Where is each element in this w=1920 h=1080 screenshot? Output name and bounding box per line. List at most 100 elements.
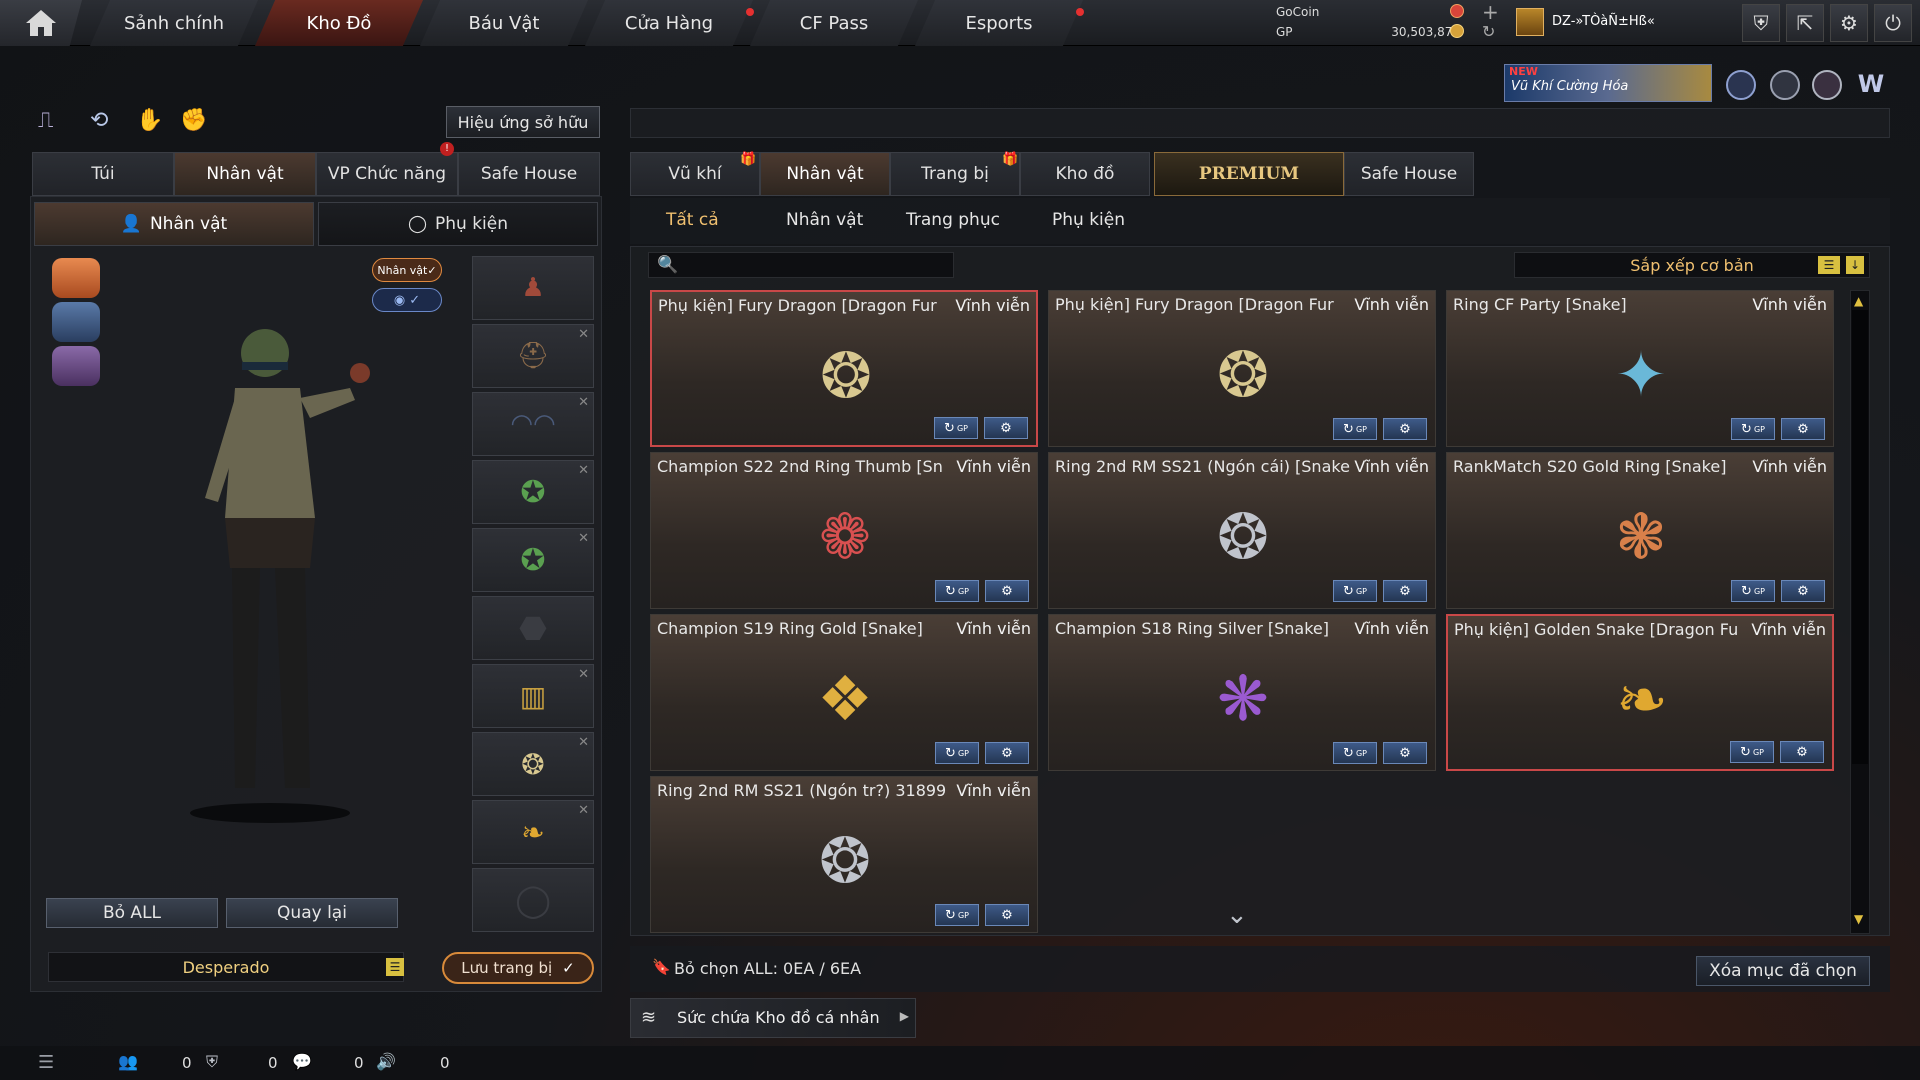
item-card[interactable]: RankMatch S20 Gold Ring [Snake] Vĩnh viễn… <box>1446 452 1834 609</box>
nav-tab-lobby[interactable]: Sảnh chính <box>90 0 258 46</box>
class-eagle-icon[interactable] <box>52 258 100 298</box>
item-card[interactable]: Ring 2nd RM SS21 (Ngón cái) [Snake Vĩnh v… <box>1048 452 1436 609</box>
event-w-icon[interactable]: W <box>1854 70 1888 100</box>
slot-emblem-1[interactable]: ✕ ✪ <box>472 460 594 524</box>
slot-helmet[interactable]: ✕ ⛑ <box>472 324 594 388</box>
convert-gp-button[interactable]: ↻ GP <box>1731 418 1775 440</box>
item-settings-button[interactable]: ⚙ <box>1781 580 1825 602</box>
ownership-effect-button[interactable]: Hiệu ứng sở hữu <box>446 106 600 138</box>
refresh-icon[interactable]: ↻ <box>1482 22 1495 41</box>
chevron-down-icon[interactable]: ⌄ <box>1226 900 1248 930</box>
tab-premium[interactable]: PREMIUM <box>1154 152 1344 196</box>
item-settings-button[interactable]: ⚙ <box>984 417 1028 439</box>
slot-ring-snake[interactable]: ✕ ❧ <box>472 800 594 864</box>
event-banner[interactable]: NEW Vũ Khí Cường Hóa <box>1504 64 1712 102</box>
convert-gp-button[interactable]: ↻ GP <box>1333 418 1377 440</box>
convert-gp-button[interactable]: ↻ GP <box>935 580 979 602</box>
character-badge[interactable]: Nhân vật ✓ <box>372 258 442 282</box>
sort-menu-icon[interactable]: ☰ <box>1818 256 1840 274</box>
item-card[interactable]: Ring 2nd RM SS21 (Ngón tr?) 31899 Vĩnh vi… <box>650 776 1038 933</box>
item-settings-button[interactable]: ⚙ <box>1383 580 1427 602</box>
remove-icon[interactable]: ✕ <box>578 803 589 818</box>
remove-icon[interactable]: ✕ <box>578 667 589 682</box>
chat-bubble-icon[interactable]: 💬 <box>292 1052 312 1071</box>
remove-icon[interactable]: ✕ <box>578 327 589 342</box>
item-card[interactable]: Phụ kiện] Golden Snake [Dragon Fu Vĩnh vi… <box>1446 614 1834 771</box>
search-input[interactable]: 🔍 <box>648 252 954 278</box>
tab-bag[interactable]: Túi <box>32 152 174 196</box>
slot-ring-dragon[interactable]: ✕ ❂ <box>472 732 594 796</box>
tab-safe-house-right[interactable]: Safe House <box>1344 152 1474 196</box>
convert-gp-button[interactable]: ↻ GP <box>934 417 978 439</box>
remove-all-button[interactable]: Bỏ ALL <box>46 898 218 928</box>
item-card[interactable]: Champion S18 Ring Silver [Snake] Vĩnh viễ… <box>1048 614 1436 771</box>
capacity-bar[interactable]: ≋ Sức chứa Kho đồ cá nhân ▶ <box>630 998 916 1038</box>
tab-character-right[interactable]: Nhân vật <box>760 152 890 196</box>
item-settings-button[interactable]: ⚙ <box>1383 418 1427 440</box>
shield-icon[interactable]: ⛨ <box>1742 4 1780 42</box>
friends-icon[interactable]: 👥 <box>118 1052 138 1071</box>
item-settings-button[interactable]: ⚙ <box>985 580 1029 602</box>
hand-icon[interactable]: ✊ <box>180 108 208 136</box>
scroll-down-icon[interactable]: ▼ <box>1854 912 1863 926</box>
slot-emblem-2[interactable]: ✕ ✪ <box>472 528 594 592</box>
item-card[interactable]: Phụ kiện] Fury Dragon [Dragon Fur Vĩnh vi… <box>1048 290 1436 447</box>
delete-selected-button[interactable]: Xóa mục đã chọn <box>1696 956 1870 986</box>
event-emblem-1-icon[interactable] <box>1726 70 1756 100</box>
scroll-up-icon[interactable]: ▲ <box>1854 294 1863 308</box>
convert-gp-button[interactable]: ↻ GP <box>1731 580 1775 602</box>
scrollbar-thumb[interactable] <box>1852 310 1868 764</box>
add-currency-icon[interactable]: + <box>1482 0 1499 24</box>
nav-tab-inventory[interactable]: Kho Đồ <box>255 0 423 46</box>
visibility-toggle[interactable]: ◉ ✓ <box>372 288 442 312</box>
slot-belt[interactable]: ✕ ▥ <box>472 664 594 728</box>
slot-vest[interactable]: ⬣ <box>472 596 594 660</box>
item-card[interactable]: Champion S19 Ring Gold [Snake] Vĩnh viễn ❖… <box>650 614 1038 771</box>
slot-figurine[interactable]: ♟ <box>472 256 594 320</box>
gear-icon[interactable]: ⚙ <box>1830 4 1868 42</box>
home-button[interactable] <box>0 0 82 46</box>
list-icon[interactable]: ☰ <box>386 958 404 976</box>
remove-icon[interactable]: ✕ <box>578 395 589 410</box>
subtab-costume[interactable]: Trang phục <box>906 210 1000 230</box>
exit-door-icon[interactable]: ⇱ <box>1786 4 1824 42</box>
shield-outline-icon[interactable]: ⛨ <box>206 1052 218 1072</box>
back-button[interactable]: Quay lại <box>226 898 398 928</box>
item-settings-button[interactable]: ⚙ <box>1781 418 1825 440</box>
event-emblem-2-icon[interactable] <box>1812 70 1842 100</box>
menu-list-icon[interactable]: ☰ <box>38 1052 54 1073</box>
speaker-icon[interactable]: 🔊 <box>376 1052 396 1071</box>
tab-storage[interactable]: Kho đồ <box>1020 152 1150 196</box>
slot-goggles[interactable]: ✕ ◠◠ <box>472 392 594 456</box>
class-bird-icon[interactable] <box>52 346 100 386</box>
search-field[interactable] <box>679 255 947 275</box>
nav-tab-treasure[interactable]: Báu Vật <box>420 0 588 46</box>
convert-gp-button[interactable]: ↻ GP <box>935 904 979 926</box>
tab-equipment[interactable]: Trang bị <box>890 152 1020 196</box>
item-settings-button[interactable]: ⚙ <box>1780 741 1824 763</box>
item-card[interactable]: Champion S22 2nd Ring Thumb [Sn Vĩnh viễn… <box>650 452 1038 609</box>
globe-icon[interactable] <box>1770 70 1800 100</box>
item-card[interactable]: Ring CF Party [Snake] Vĩnh viễn ✦ ↻ GP ⚙ <box>1446 290 1834 447</box>
tab-character[interactable]: Nhân vật <box>174 152 316 196</box>
subtab-accessory[interactable]: ◯ Phụ kiện <box>318 202 598 246</box>
nav-tab-cf-pass[interactable]: CF Pass <box>750 0 918 46</box>
rotate-icon[interactable]: ⟲ <box>90 108 118 136</box>
tab-functional[interactable]: VP Chức năng <box>316 152 458 196</box>
remove-icon[interactable]: ✕ <box>578 735 589 750</box>
subtab-character[interactable]: 👤 Nhân vật <box>34 202 314 246</box>
bookmark-icon[interactable]: 🔖 <box>652 958 671 976</box>
save-equipment-button[interactable]: Lưu trang bị ✓ <box>442 952 594 984</box>
item-settings-button[interactable]: ⚙ <box>1383 742 1427 764</box>
subtab-accessory-right[interactable]: Phụ kiện <box>1052 210 1125 230</box>
sort-dropdown[interactable]: Sắp xếp cơ bản <box>1514 252 1870 278</box>
subtab-character-right[interactable]: Nhân vật <box>786 210 863 230</box>
convert-gp-button[interactable]: ↻ GP <box>1333 580 1377 602</box>
convert-gp-button[interactable]: ↻ GP <box>935 742 979 764</box>
slot-ring-empty[interactable]: ◯ <box>472 868 594 932</box>
convert-gp-button[interactable]: ↻ GP <box>1730 741 1774 763</box>
power-icon[interactable]: ⏻ <box>1874 4 1912 42</box>
sort-direction-icon[interactable]: ↓ <box>1846 256 1864 274</box>
character-name-field[interactable]: Desperado <box>48 952 404 982</box>
select-all-label[interactable]: Bỏ chọn ALL: 0EA / 6EA <box>674 959 861 978</box>
